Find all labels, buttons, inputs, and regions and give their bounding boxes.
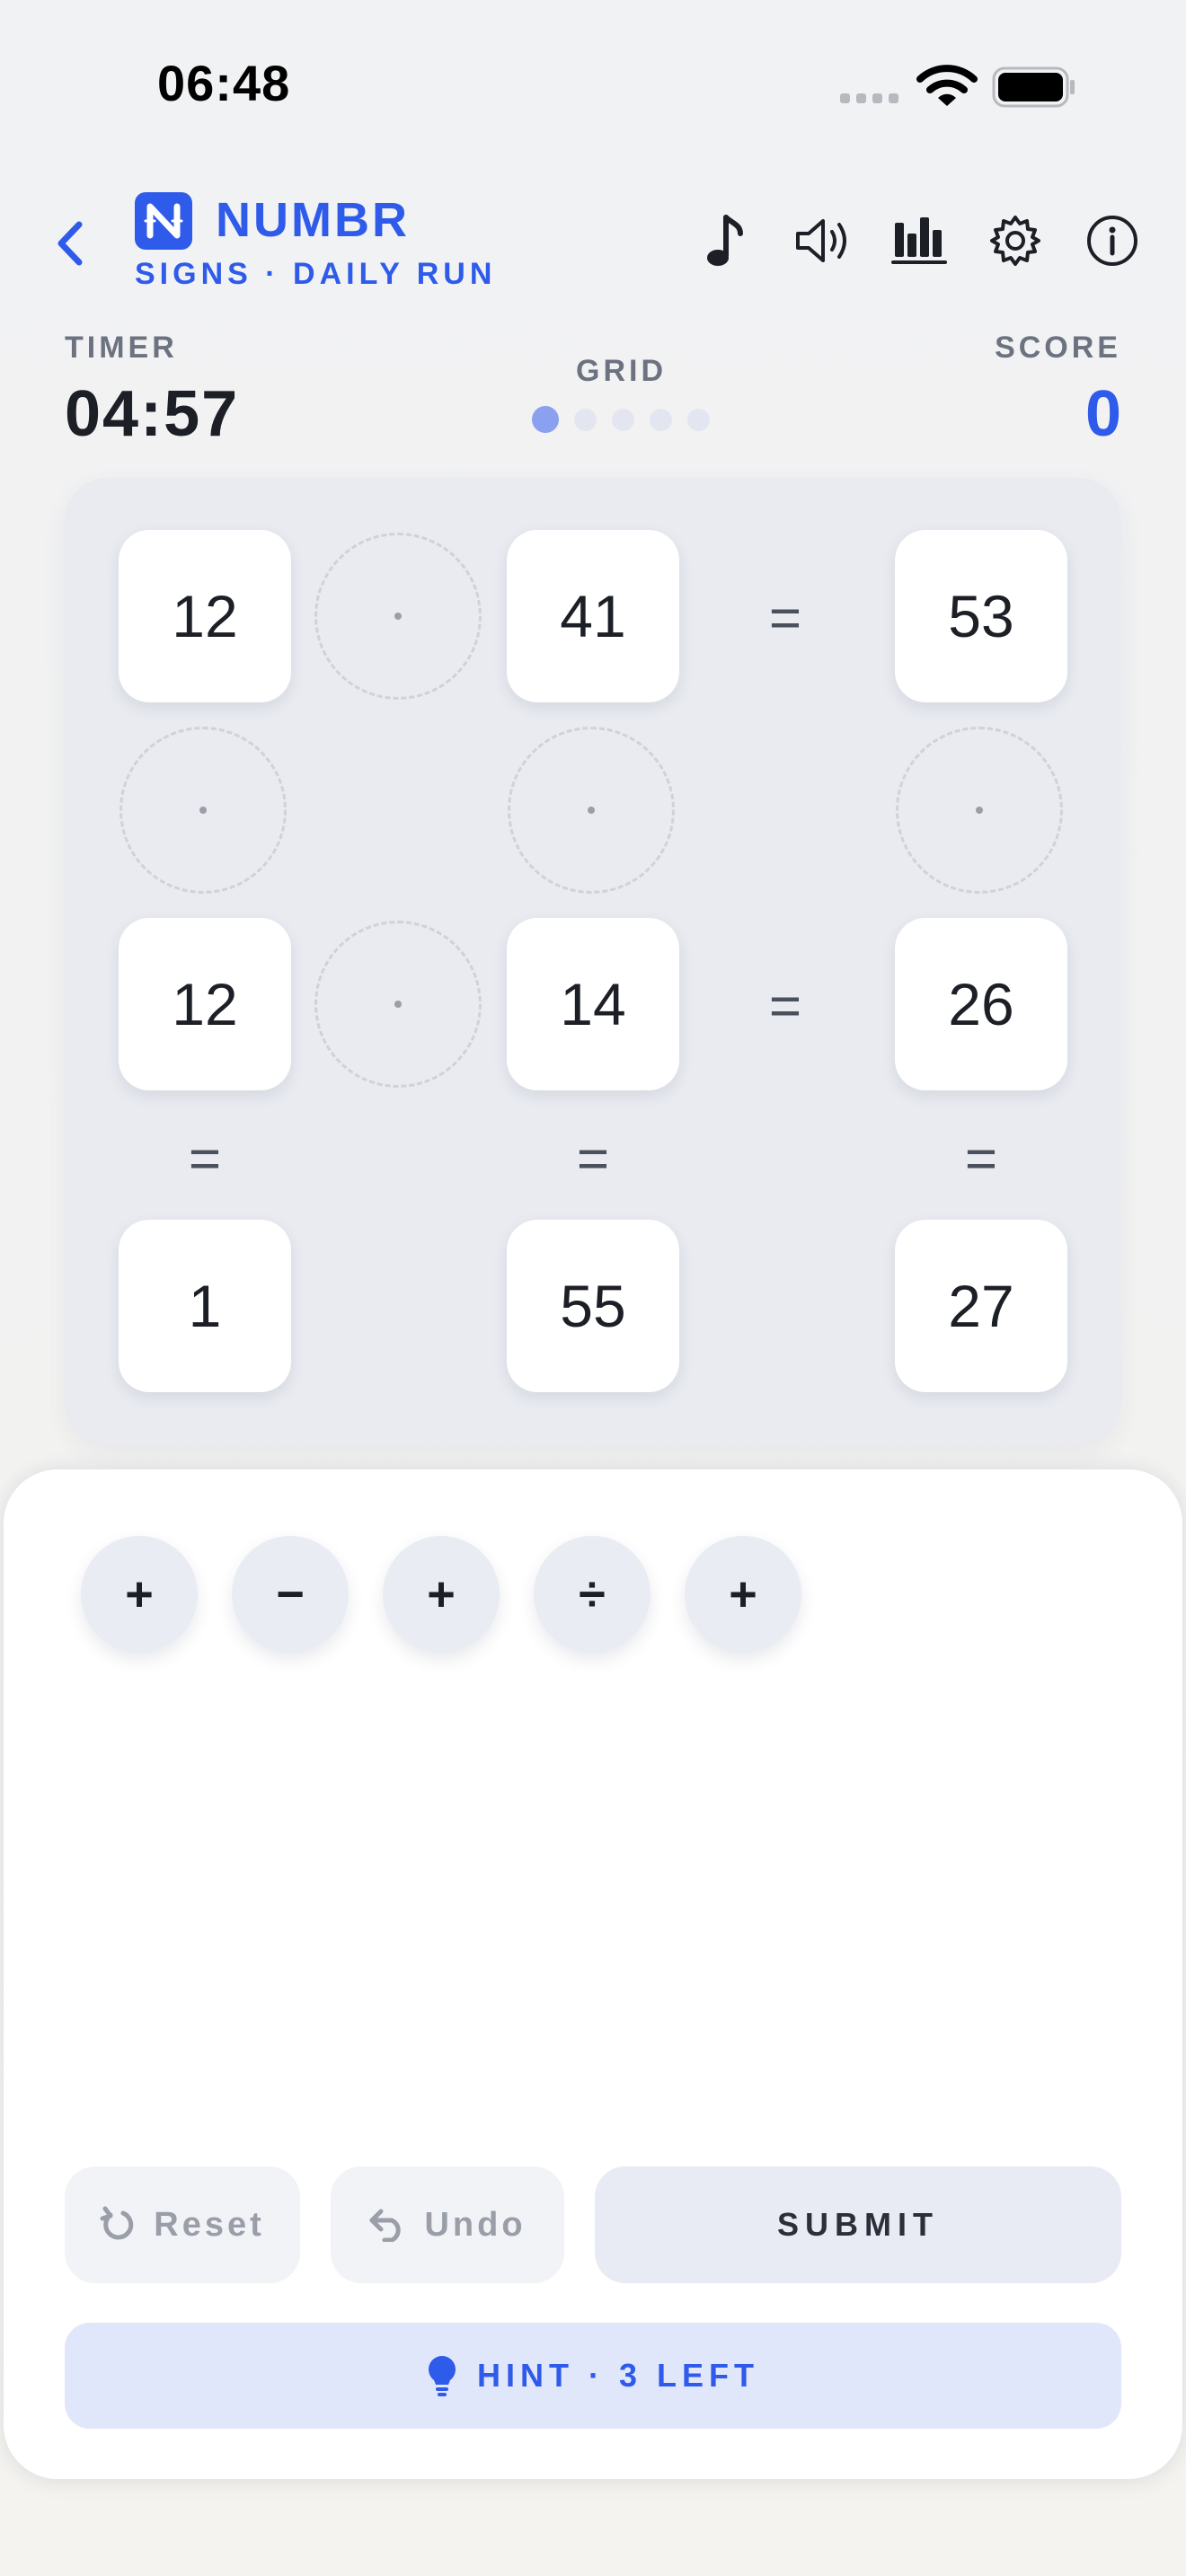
operator-slot[interactable] — [314, 533, 482, 700]
grid-progress-dots — [532, 406, 710, 433]
hint-button[interactable]: HINT · 3 LEFT — [65, 2323, 1121, 2429]
score-label: SCORE — [995, 331, 1121, 365]
lightbulb-icon — [429, 2356, 456, 2396]
undo-icon — [369, 2209, 402, 2242]
result-tile: 55 — [507, 1220, 679, 1392]
equals-sign: = — [768, 975, 802, 1037]
equals-sign: = — [768, 587, 802, 649]
submit-label: SUBMIT — [777, 2206, 939, 2243]
grid-label: GRID — [576, 354, 667, 388]
info-icon[interactable] — [1085, 214, 1139, 268]
grid-dot — [612, 408, 634, 431]
result-tile: 26 — [895, 918, 1067, 1090]
undo-button[interactable]: Undo — [331, 2166, 564, 2283]
equals-sign: = — [576, 1127, 610, 1190]
logo-icon — [135, 192, 192, 250]
score-value: 0 — [1084, 378, 1121, 450]
wifi-icon — [916, 65, 978, 106]
equals-sign: = — [188, 1127, 222, 1190]
gear-icon[interactable] — [988, 214, 1042, 268]
hint-label: HINT · 3 LEFT — [477, 2357, 759, 2394]
operator-slot[interactable] — [896, 727, 1063, 894]
operator-divide-button[interactable]: ÷ — [534, 1536, 651, 1653]
grid-dot — [650, 408, 672, 431]
equals-sign: = — [964, 1127, 998, 1190]
result-tile: 1 — [119, 1220, 291, 1392]
submit-button[interactable]: SUBMIT — [595, 2166, 1121, 2283]
app-subtitle: SIGNS · DAILY RUN — [135, 257, 497, 291]
operator-plus-button[interactable]: + — [685, 1536, 801, 1653]
grid-dot-active — [532, 406, 559, 433]
operator-slot[interactable] — [314, 921, 482, 1088]
number-tile: 12 — [119, 918, 291, 1090]
reset-button[interactable]: Reset — [65, 2166, 300, 2283]
operator-minus-button[interactable]: − — [232, 1536, 349, 1653]
reset-label: Reset — [154, 2205, 265, 2244]
number-tile: 12 — [119, 530, 291, 702]
speaker-icon[interactable] — [794, 214, 852, 268]
number-tile: 14 — [507, 918, 679, 1090]
operator-plus-button[interactable]: + — [81, 1536, 198, 1653]
battery-icon — [992, 66, 1075, 108]
app-brand: NUMBR — [216, 193, 410, 247]
operator-slot[interactable] — [119, 727, 287, 894]
result-tile: 53 — [895, 530, 1067, 702]
undo-label: Undo — [424, 2205, 527, 2244]
timer-label: TIMER — [65, 331, 178, 365]
grid-dot — [574, 408, 597, 431]
result-tile: 27 — [895, 1220, 1067, 1392]
status-time: 06:48 — [157, 55, 291, 111]
cellular-signal-icon — [840, 93, 898, 103]
music-note-icon[interactable] — [704, 214, 744, 269]
reset-icon — [100, 2206, 134, 2240]
timer-value: 04:57 — [65, 378, 240, 450]
back-chevron-icon[interactable] — [54, 221, 86, 266]
operator-slot[interactable] — [508, 727, 675, 894]
operator-plus-button[interactable]: + — [383, 1536, 500, 1653]
grid-dot — [687, 408, 710, 431]
stats-icon[interactable] — [891, 214, 949, 266]
number-tile: 41 — [507, 530, 679, 702]
